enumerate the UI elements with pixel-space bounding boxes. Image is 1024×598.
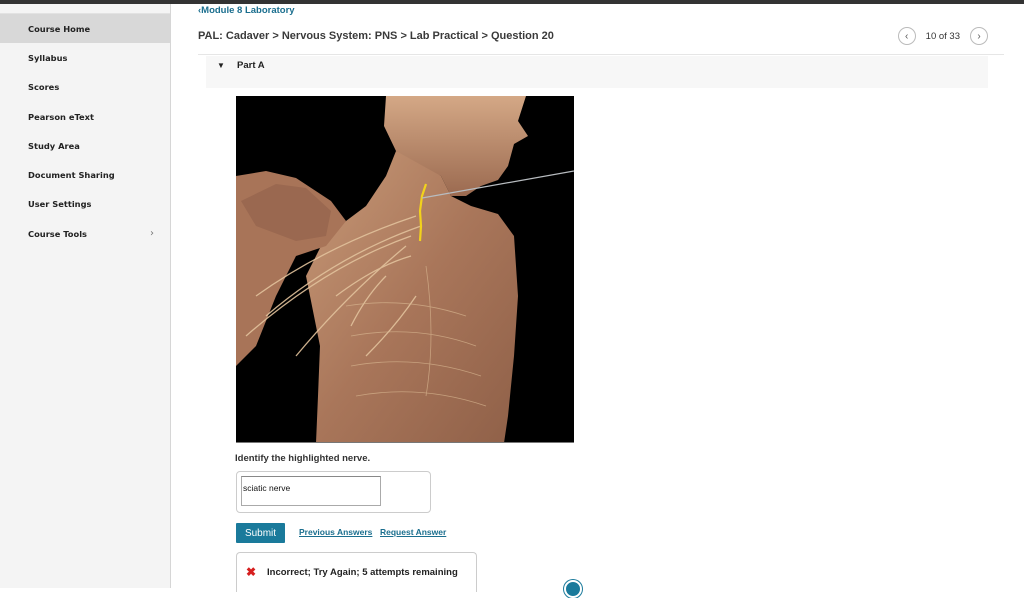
sidebar-item-label: Course Tools [28,229,87,239]
request-answer-link[interactable]: Request Answer [380,527,446,537]
sidebar-item-label: Pearson eText [28,112,94,122]
help-icon[interactable] [564,580,582,598]
submit-button[interactable]: Submit [236,523,285,543]
breadcrumb: PAL: Cadaver > Nervous System: PNS > Lab… [198,30,554,42]
next-question-button[interactable]: › [970,27,988,45]
feedback-box: ✖ Incorrect; Try Again; 5 attempts remai… [236,552,477,592]
answer-input[interactable] [241,476,381,506]
question-prompt: Identify the highlighted nerve. [235,453,370,464]
previous-question-button[interactable]: ‹ [898,27,916,45]
sidebar-item-label: Syllabus [28,53,67,63]
feedback-message: Incorrect; Try Again; 5 attempts remaini… [267,567,458,578]
sidebar-item-label: User Settings [28,199,91,209]
question-count: 10 of 33 [926,31,960,42]
sidebar: Course Home Syllabus Scores Pearson eTex… [0,4,171,588]
back-to-module-link[interactable]: ‹Module 8 Laboratory [198,5,295,16]
sidebar-item-syllabus[interactable]: Syllabus [0,43,170,72]
question-pager: ‹ 10 of 33 › [898,27,988,45]
sidebar-item-label: Scores [28,82,59,92]
sidebar-item-course-tools[interactable]: Course Tools › [0,219,170,248]
incorrect-x-icon: ✖ [246,565,256,579]
answer-container [236,471,431,513]
cadaver-illustration [236,96,574,443]
chevron-right-icon: › [150,228,154,239]
sidebar-item-study-area[interactable]: Study Area [0,131,170,160]
chevron-right-icon: › [977,31,980,42]
main-content: ‹Module 8 Laboratory PAL: Cadaver > Nerv… [172,4,1024,588]
part-header[interactable]: ▼ Part A [206,56,988,88]
sidebar-item-document-sharing[interactable]: Document Sharing [0,160,170,189]
sidebar-item-pearson-etext[interactable]: Pearson eText [0,102,170,131]
sidebar-item-scores[interactable]: Scores [0,73,170,102]
previous-answers-link[interactable]: Previous Answers [299,527,372,537]
sidebar-item-label: Document Sharing [28,170,115,180]
sidebar-item-label: Study Area [28,141,80,151]
sidebar-item-label: Course Home [28,24,90,34]
part-label: Part A [237,60,265,71]
sidebar-item-course-home[interactable]: Course Home [0,14,170,43]
header-divider [198,54,1004,55]
chevron-left-icon: ‹ [905,31,908,42]
sidebar-stub [0,4,170,14]
sidebar-item-user-settings[interactable]: User Settings [0,190,170,219]
cadaver-image [236,96,574,443]
collapse-triangle-icon[interactable]: ▼ [217,61,225,70]
